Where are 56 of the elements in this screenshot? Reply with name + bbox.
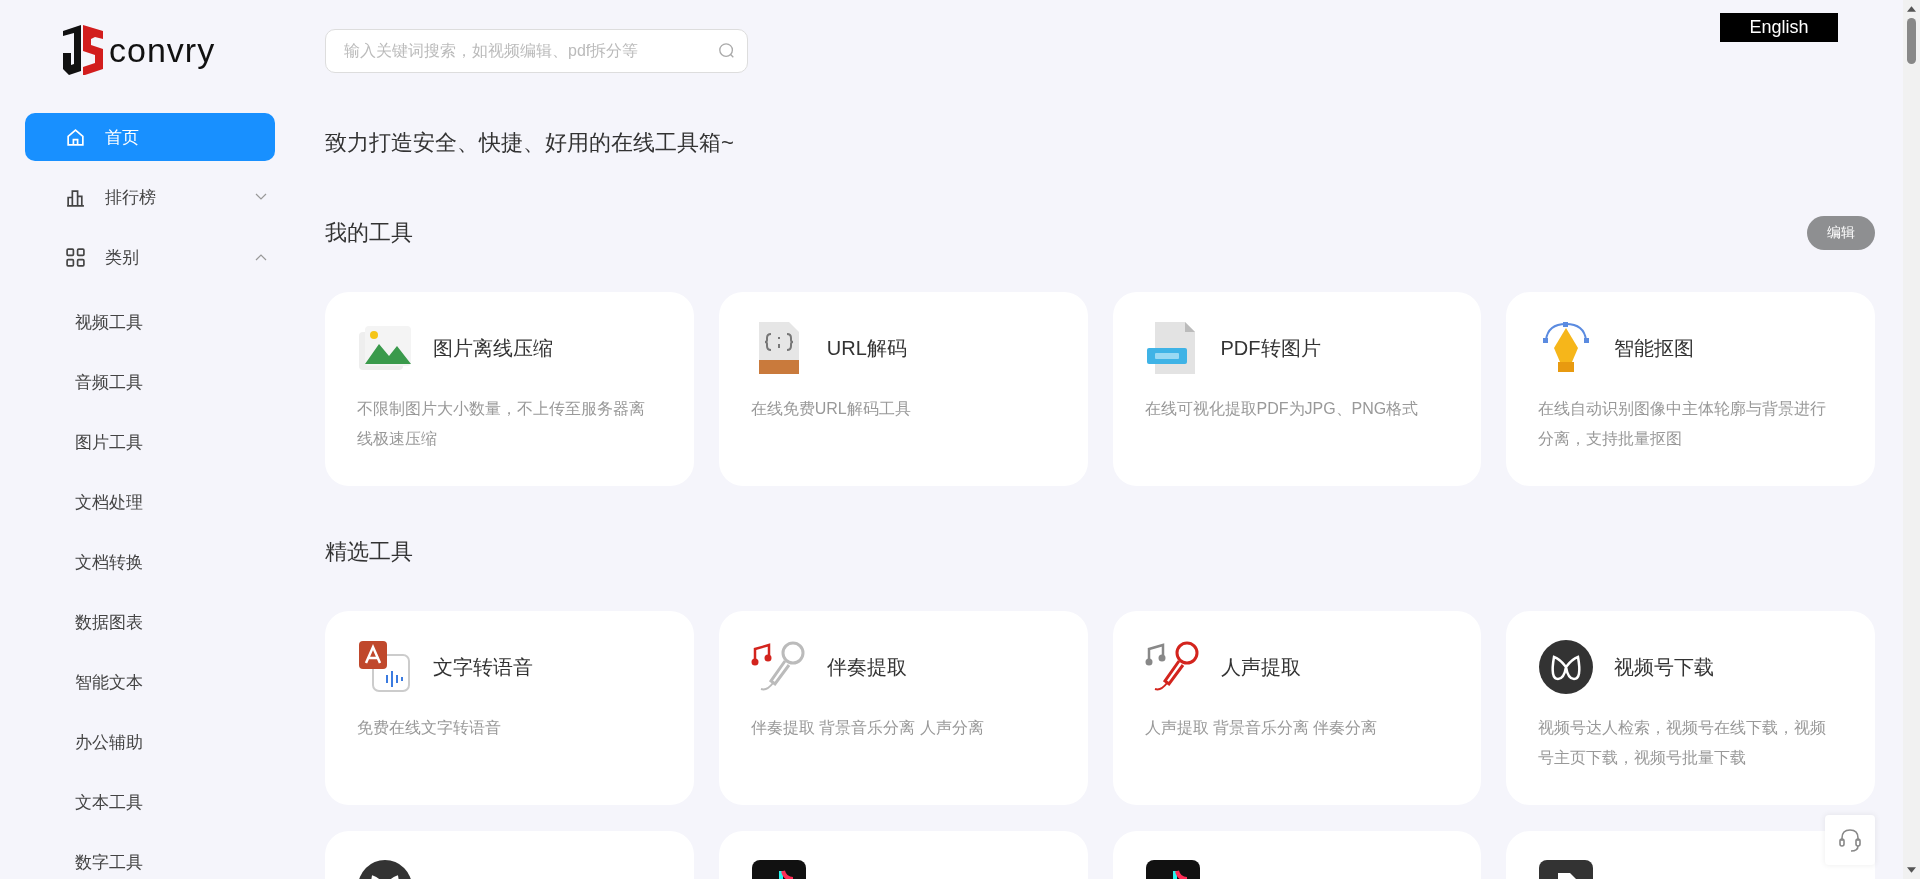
logo-text: convry	[109, 30, 216, 70]
chevron-icon	[255, 193, 267, 201]
tool-title: 人声提取	[1220, 654, 1301, 680]
tool-card[interactable]: 智能抠图 在线自动识别图像中主体轮廓与背景进行分离，支持批量抠图	[1506, 292, 1875, 486]
tool-description: 人声提取 背景音乐分离 伴奏分离	[1144, 718, 1379, 738]
channels-logo-icon	[1538, 639, 1595, 695]
nav-item[interactable]: 类别	[25, 233, 275, 281]
headset-icon	[1838, 827, 1862, 853]
tool-card[interactable]: 人声提取 人声提取 背景音乐分离 伴奏分离	[1112, 611, 1482, 805]
tool-card[interactable]: 伴奏提取 伴奏提取 背景音乐分离 人声分离	[718, 611, 1088, 805]
tool-title: 智能抠图	[1614, 335, 1695, 361]
category-item[interactable]: 办公辅助	[25, 713, 275, 773]
scroll-up-icon	[1907, 6, 1916, 12]
home-icon	[65, 126, 86, 148]
grid-icon	[65, 246, 86, 268]
section-title: 我的工具	[325, 219, 413, 247]
tool-card[interactable]: URL解码 在线免费URL解码工具	[718, 292, 1088, 486]
tool-card[interactable]: 视频号下载 视频号达人检索，视频号在线下载，视频号主页下载，视频号批量下载	[1506, 611, 1875, 805]
tool-description: 在线自动识别图像中主体轮廓与背景进行分离，支持批量抠图	[1538, 399, 1827, 449]
tool-description: 视频号达人检索，视频号在线下载，视频号主页下载，视频号批量下载	[1538, 718, 1827, 768]
tool-card[interactable]: 文字转语音 免费在线文字转语音	[325, 611, 694, 805]
chevron-icon	[255, 253, 267, 261]
tool-title: 视频号下载	[1614, 654, 1715, 680]
tool-card[interactable]: PDF转图片 在线可视化提取PDF为JPG、PNG格式	[1112, 292, 1482, 486]
category-item[interactable]: 智能文本	[25, 653, 275, 713]
search-icon	[718, 42, 736, 60]
category-item[interactable]: 数字工具	[25, 833, 275, 879]
section-title: 精选工具	[325, 538, 413, 566]
category-item[interactable]: 图片工具	[25, 413, 275, 473]
tool-title: URL解码	[826, 335, 907, 361]
logo-icon	[61, 23, 105, 77]
category-item[interactable]: 文档转换	[25, 533, 275, 593]
tool-description: 伴奏提取 背景音乐分离 人声分离	[750, 718, 985, 738]
tool-description: 不限制图片大小数量，不上传至服务器离线极速压缩	[357, 399, 646, 449]
tool-title: 图片离线压缩	[433, 335, 553, 361]
category-item[interactable]: 音频工具	[25, 353, 275, 413]
tool-title: 伴奏提取	[826, 654, 907, 680]
tool-card[interactable]: 图片离线压缩 不限制图片大小数量，不上传至服务器离线极速压缩	[325, 292, 694, 486]
text-to-speech-icon	[357, 639, 413, 695]
tagline: 致力打造安全、快捷、好用的在线工具箱~	[325, 129, 735, 157]
tool-title: PDF转图片	[1220, 335, 1321, 361]
nav-item[interactable]: 排行榜	[25, 173, 275, 221]
language-button[interactable]: English	[1720, 13, 1838, 42]
category-item[interactable]: 视频工具	[25, 293, 275, 353]
support-button[interactable]	[1825, 815, 1875, 865]
scrollbar[interactable]	[1903, 0, 1920, 879]
scrollbar-thumb[interactable]	[1907, 18, 1916, 64]
category-item[interactable]: 文档处理	[25, 473, 275, 533]
tool-description: 在线免费URL解码工具	[750, 399, 912, 419]
tool-description: 免费在线文字转语音	[357, 718, 502, 738]
category-item[interactable]: 数据图表	[25, 593, 275, 653]
tool-title: 文字转语音	[433, 654, 533, 680]
scroll-down-icon	[1907, 867, 1916, 873]
tool-description: 在线可视化提取PDF为JPG、PNG格式	[1144, 399, 1420, 419]
search-field[interactable]: 输入关键词搜索，如视频编辑、pdf拆分等	[325, 29, 748, 73]
category-item[interactable]: 文本工具	[25, 773, 275, 833]
